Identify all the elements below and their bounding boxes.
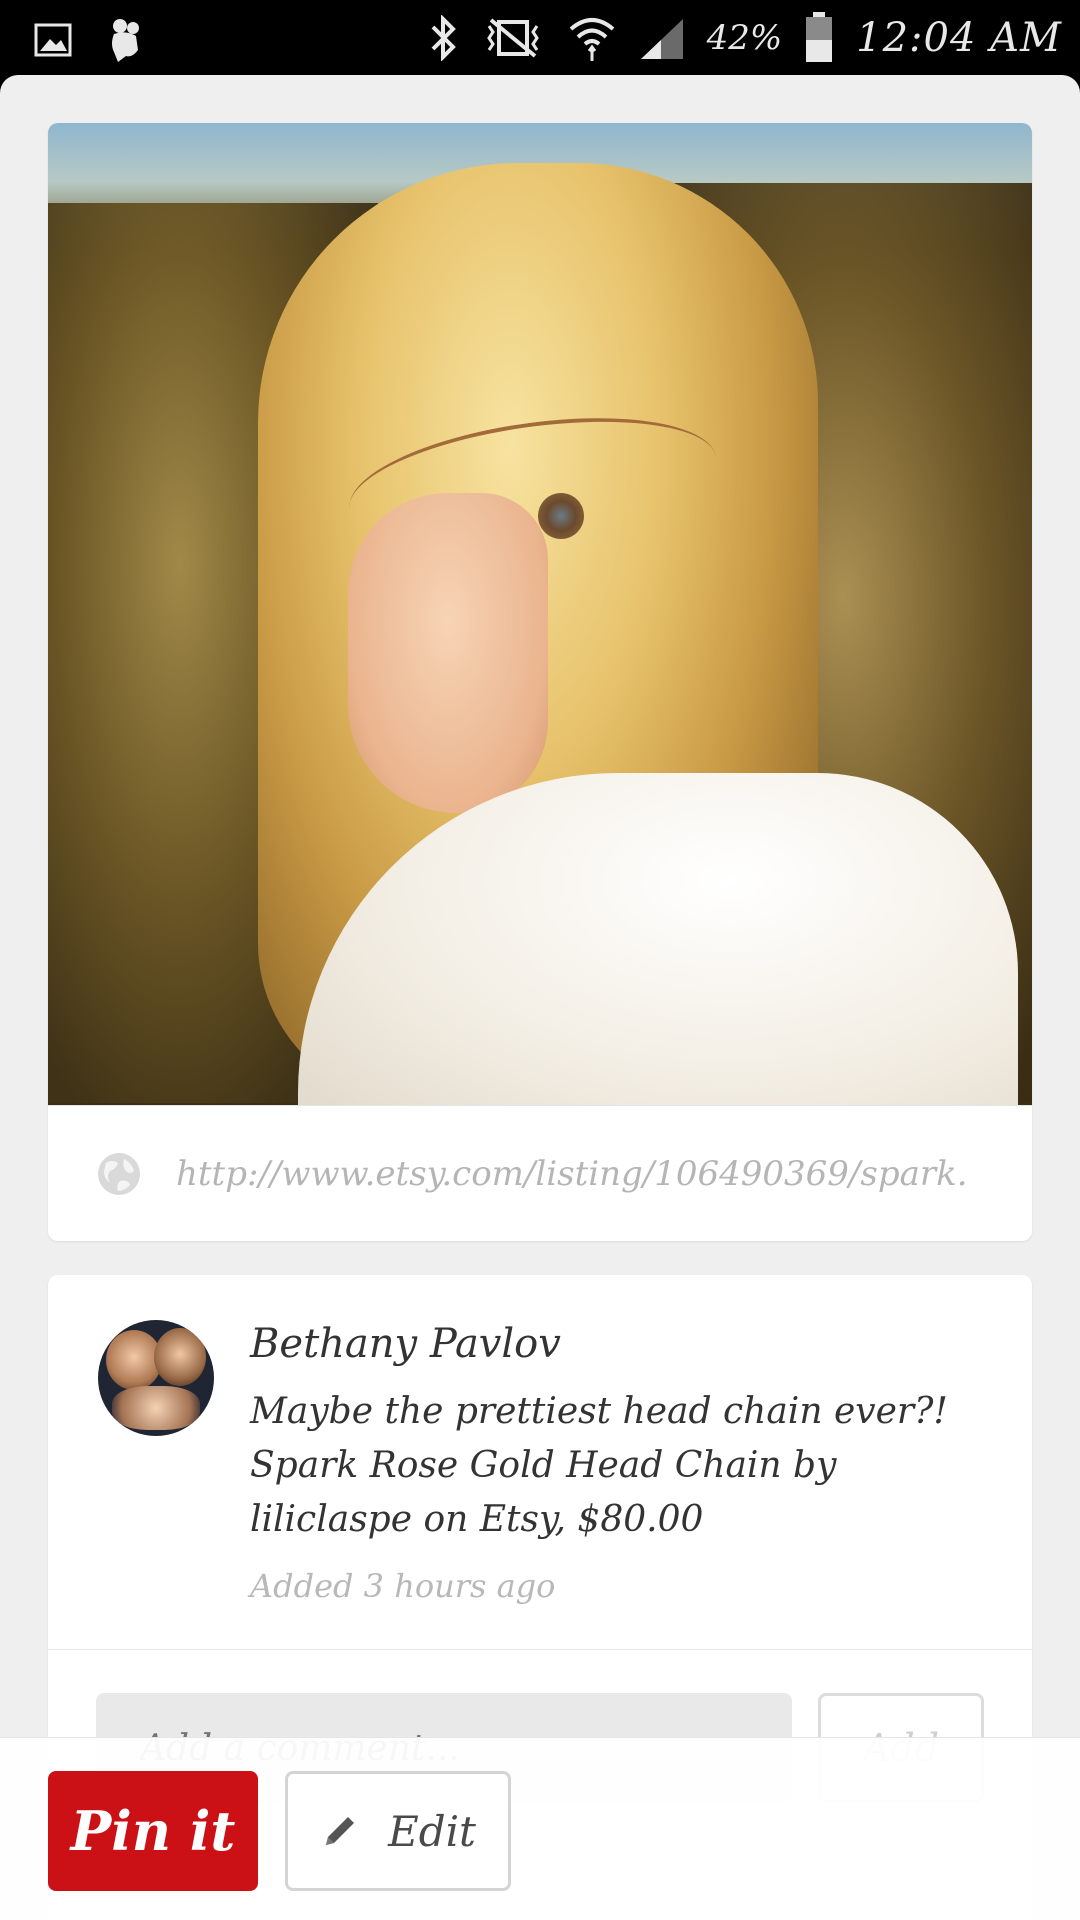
vibrate-mute-icon: [486, 18, 539, 58]
wifi-icon: [569, 18, 614, 61]
battery-icon: [806, 12, 833, 62]
avatar-photo-part: [112, 1386, 200, 1430]
pin-description: Maybe the prettiest head chain ever?! Sp…: [250, 1391, 948, 1540]
image-chain-ornament: [538, 493, 584, 539]
signal-icon: [640, 19, 683, 59]
avatar[interactable]: [98, 1320, 214, 1436]
bottom-action-bar: Pin it Edit: [0, 1737, 1080, 1920]
pin-detail-view: http://www.etsy.com/listing/106490369/sp…: [0, 75, 1080, 1920]
avatar-photo-part: [154, 1328, 206, 1386]
battery-percent: 42%: [706, 18, 783, 58]
pencil-icon: [326, 1817, 355, 1845]
clock: 12:04 AM: [856, 15, 1062, 61]
status-bar: 42% 12:04 AM: [0, 0, 1080, 75]
pinner-name[interactable]: Bethany Pavlov: [250, 1321, 561, 1367]
notification-character-icon: [112, 19, 139, 62]
edit-label: Edit: [388, 1806, 476, 1856]
edit-button[interactable]: Edit: [285, 1771, 511, 1891]
added-timestamp: Added 3 hours ago: [250, 1567, 556, 1605]
bluetooth-icon: [431, 15, 456, 61]
pin-card: http://www.etsy.com/listing/106490369/sp…: [48, 123, 1032, 1241]
source-url[interactable]: http://www.etsy.com/listing/106490369/sp…: [176, 1154, 966, 1194]
divider: [48, 1649, 1032, 1650]
source-link[interactable]: http://www.etsy.com/listing/106490369/sp…: [48, 1105, 1032, 1241]
gallery-icon: [34, 23, 72, 57]
pin-it-button[interactable]: Pin it: [48, 1771, 258, 1891]
pin-image[interactable]: [48, 123, 1032, 1105]
globe-icon: [98, 1152, 140, 1195]
